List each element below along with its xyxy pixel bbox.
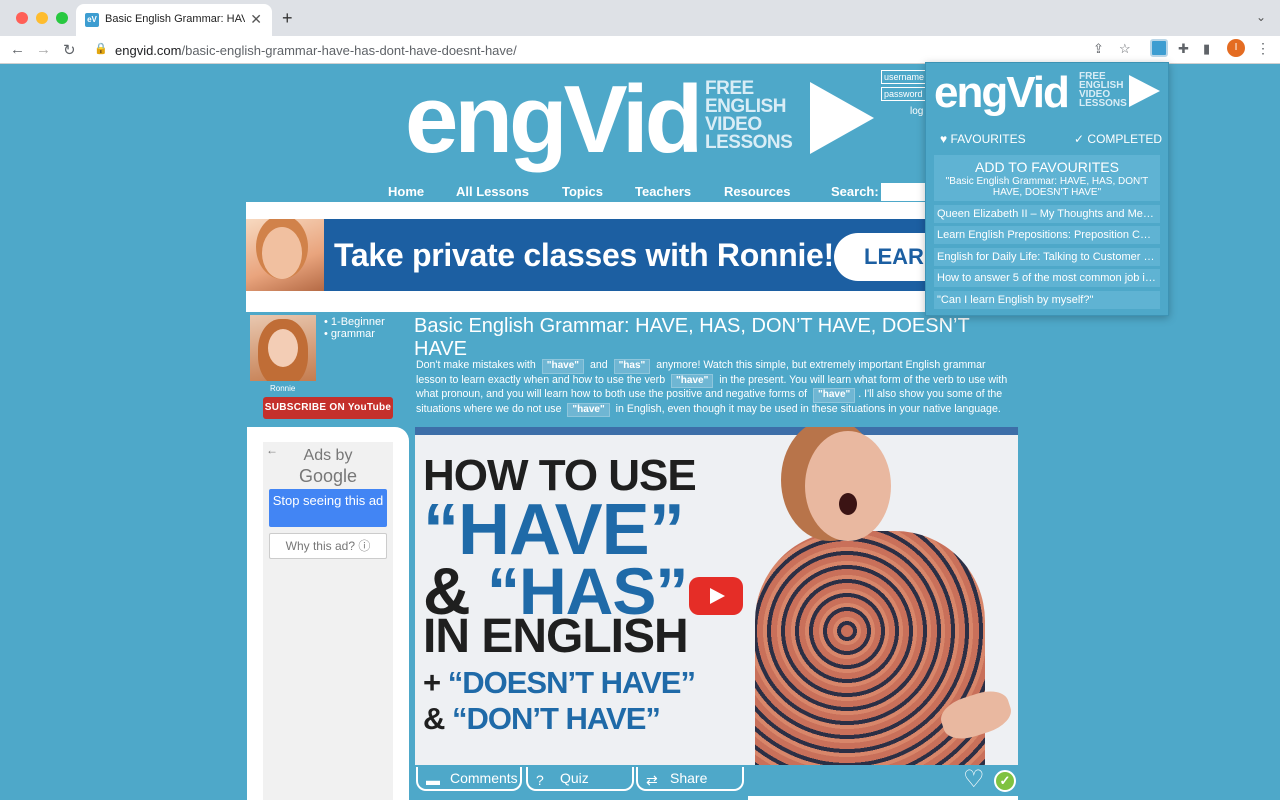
address-bar[interactable]: 🔒 engvid.com/basic-english-grammar-have-… — [88, 38, 1144, 62]
banner-text: Take private classes with Ronnie! — [334, 237, 834, 273]
share-icon[interactable]: ⇪ — [1093, 41, 1104, 57]
login-button[interactable]: log — [910, 106, 923, 117]
engvid-extension-icon[interactable] — [1150, 39, 1168, 57]
quiz-button[interactable]: ? Quiz — [526, 767, 634, 791]
new-tab-icon[interactable]: + — [282, 8, 293, 29]
thumb-line-5: + “DOESN’T HAVE” — [423, 665, 696, 700]
lesson-title: Basic English Grammar: HAVE, HAS, DON’T … — [414, 315, 970, 360]
subscribe-youtube-button[interactable]: SUBSCRIBE ON YouTube — [263, 397, 393, 419]
tab-title: Basic English Grammar: HAVE, HA — [105, 13, 245, 25]
lesson-tags: • 1-Beginner • grammar — [324, 316, 385, 340]
url-text: engvid.com/basic-english-grammar-have-ha… — [115, 43, 517, 58]
banner-teacher-photo — [246, 219, 324, 291]
nav-resources[interactable]: Resources — [724, 184, 790, 199]
profile-avatar[interactable]: I — [1227, 39, 1245, 57]
tag-level[interactable]: • 1-Beginner — [324, 316, 385, 328]
close-window-button[interactable] — [16, 12, 28, 24]
teacher-avatar[interactable] — [250, 315, 316, 381]
presenter-image — [745, 427, 1018, 765]
bottom-strip — [748, 796, 1018, 800]
nav-topics[interactable]: Topics — [562, 184, 603, 199]
question-icon: ? — [536, 772, 544, 788]
logo-play-icon — [810, 82, 874, 154]
engvid-favicon-icon: eV — [85, 13, 99, 27]
comments-button[interactable]: ▬ Comments — [416, 767, 522, 791]
tab-close-icon[interactable]: ✕ — [250, 11, 262, 28]
username-field[interactable]: username — [881, 70, 927, 84]
popup-play-icon — [1129, 75, 1160, 107]
back-arrow-icon[interactable]: ← — [10, 41, 25, 58]
extensions-puzzle-icon[interactable]: ✚ — [1178, 41, 1189, 57]
favourite-item[interactable]: "Can I learn English by myself?" — [934, 291, 1160, 309]
nav-teachers[interactable]: Teachers — [635, 184, 691, 199]
popup-logo-tagline: FREE ENGLISH VIDEO LESSONS — [1079, 71, 1127, 109]
popup-logo: engVid — [934, 68, 1070, 117]
completed-check-icon[interactable]: ✓ — [994, 770, 1016, 792]
site-logo[interactable]: engVid FREE ENGLISH VIDEO LESSONS — [405, 70, 875, 180]
search-label: Search: — [831, 184, 879, 199]
stop-seeing-ad-button[interactable]: Stop seeing this ad — [269, 489, 387, 527]
thumb-line-6: & “DON’T HAVE” — [423, 701, 661, 736]
browser-tab[interactable]: eV Basic English Grammar: HAVE, HA ✕ — [76, 4, 272, 36]
engvid-extension-popup: engVid FREE ENGLISH VIDEO LESSONS ♥ FAVO… — [925, 62, 1169, 316]
minimize-window-button[interactable] — [36, 12, 48, 24]
tag-topic[interactable]: • grammar — [324, 328, 385, 340]
video-player[interactable]: HOW TO USE “HAVE” & “HAS” IN ENGLISH + “… — [415, 427, 1018, 765]
more-menu-icon[interactable]: ⋮ — [1256, 40, 1270, 57]
favourite-item[interactable]: Learn English Prepositions: Preposition … — [934, 226, 1160, 244]
lock-icon: 🔒 — [94, 43, 108, 55]
add-to-favourites-button[interactable]: ADD TO FAVOURITES "Basic English Grammar… — [934, 155, 1160, 201]
share-icon: ⇄ — [646, 772, 658, 788]
forward-arrow-icon[interactable]: → — [36, 41, 51, 58]
popup-completed-tab[interactable]: ✓ COMPLETED — [1074, 132, 1162, 146]
popup-favourites-tab[interactable]: ♥ FAVOURITES — [940, 132, 1026, 146]
youtube-play-icon[interactable] — [689, 577, 743, 615]
window-controls — [16, 12, 68, 24]
why-this-ad-button[interactable]: Why this ad? ⓘ — [269, 533, 387, 559]
heart-icon: ♥ — [940, 132, 948, 146]
favourite-item[interactable]: Queen Elizabeth II – My Thoughts and Mem… — [934, 205, 1160, 223]
private-classes-banner[interactable]: Take private classes with Ronnie! LEARN — [246, 219, 946, 291]
maximize-window-button[interactable] — [56, 12, 68, 24]
tab-list-chevron-icon[interactable]: ⌄ — [1256, 10, 1266, 24]
thumb-line-4: IN ENGLISH — [423, 610, 689, 663]
favourite-item[interactable]: How to answer 5 of the most common job i… — [934, 269, 1160, 287]
teacher-name[interactable]: Ronnie — [270, 384, 295, 393]
side-panel-icon[interactable]: ▮ — [1203, 41, 1210, 57]
bookmark-star-icon[interactable]: ☆ — [1119, 41, 1131, 57]
comment-icon: ▬ — [426, 772, 440, 788]
nav-home[interactable]: Home — [388, 184, 424, 199]
check-circle-icon: ✓ — [1074, 132, 1085, 146]
password-field[interactable]: password — [881, 87, 927, 101]
logo-wordmark: engVid — [405, 66, 703, 173]
ads-by-google: Ads by Google — [298, 447, 358, 486]
browser-tabbar: eV Basic English Grammar: HAVE, HA ✕ + ⌄ — [0, 0, 1280, 36]
search-input[interactable] — [881, 183, 931, 201]
reload-icon[interactable]: ↻ — [63, 41, 76, 59]
share-button[interactable]: ⇄ Share — [636, 767, 744, 791]
browser-toolbar: ← → ↻ 🔒 engvid.com/basic-english-grammar… — [0, 36, 1280, 64]
logo-tagline: FREE ENGLISH VIDEO LESSONS — [705, 78, 793, 153]
lesson-description: Don't make mistakes with "have" and "has… — [416, 359, 1016, 417]
favourite-heart-icon[interactable]: ♡ — [963, 768, 985, 792]
nav-all-lessons[interactable]: All Lessons — [456, 184, 529, 199]
favourite-item[interactable]: English for Daily Life: Talking to Custo… — [934, 248, 1160, 266]
